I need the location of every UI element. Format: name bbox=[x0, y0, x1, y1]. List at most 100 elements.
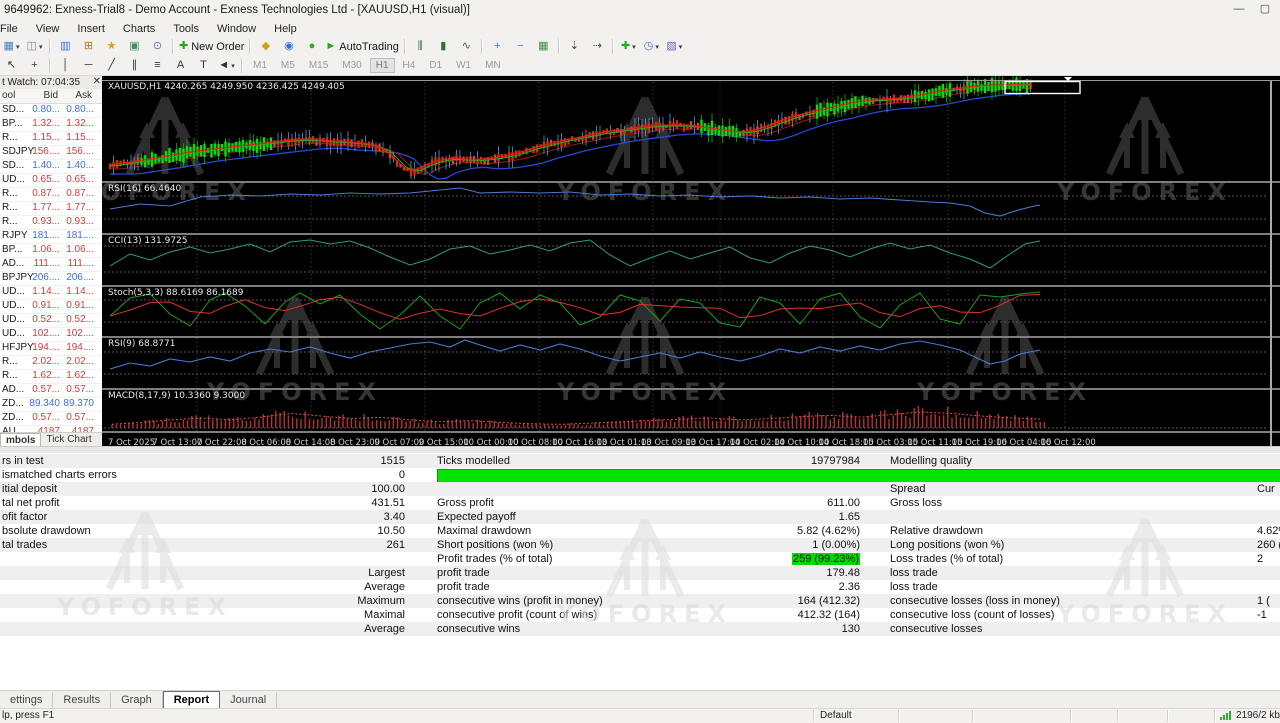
scripts-button[interactable]: ● bbox=[301, 37, 322, 56]
market-watch-toggle[interactable]: ▥ bbox=[55, 37, 76, 56]
timeframe-mn[interactable]: MN bbox=[479, 58, 507, 73]
timeframe-h4[interactable]: H4 bbox=[397, 58, 422, 73]
chart-window[interactable]: YOFOREXYOFOREXYOFOREXYOFOREXYOFOREXYOFOR… bbox=[76, 71, 1280, 451]
chart-shift-toggle[interactable]: ⇢ bbox=[587, 37, 608, 56]
timeframe-w1[interactable]: W1 bbox=[450, 58, 477, 73]
market-watch-row[interactable]: ZD... 89.340 89.370 bbox=[0, 397, 102, 412]
timeframe-m15[interactable]: M15 bbox=[303, 58, 334, 73]
market-watch-row[interactable]: BPJPY 206.... 206.... bbox=[0, 271, 102, 286]
market-watch-row[interactable]: SDJPY 156.... 156.... bbox=[0, 145, 102, 160]
timeframe-m30[interactable]: M30 bbox=[336, 58, 367, 73]
menu-view[interactable]: View bbox=[27, 23, 69, 35]
market-watch-row[interactable]: SD... 0.80... 0.80... bbox=[0, 103, 102, 118]
market-watch-row[interactable]: UD... 0.91... 0.91... bbox=[0, 299, 102, 314]
crosshair-tool[interactable]: + bbox=[24, 56, 45, 75]
tester-tab-journal[interactable]: Journal bbox=[220, 692, 278, 709]
strategy-tester-toggle[interactable]: ⊙ bbox=[147, 37, 168, 56]
new-order-button[interactable]: ✚ New Order bbox=[178, 37, 245, 56]
expert-advisors-button[interactable]: ◉ bbox=[278, 37, 299, 56]
tester-tab-results[interactable]: Results bbox=[53, 692, 112, 709]
time-axis-label[interactable]: 8 Oct 23:00 bbox=[330, 438, 380, 448]
periods-dropdown[interactable]: ◷ ▾ bbox=[641, 37, 662, 56]
tile-windows-button[interactable]: ▦ bbox=[533, 37, 554, 56]
market-watch-row[interactable]: R... 1.15... 1.15... bbox=[0, 131, 102, 146]
market-watch-row[interactable]: AU 4187 4187 bbox=[0, 425, 102, 432]
market-watch-tab-mbols[interactable]: mbols bbox=[0, 433, 42, 447]
line-chart-button[interactable]: ∿ bbox=[456, 37, 477, 56]
indicators-dropdown[interactable]: ✚ ▾ bbox=[618, 37, 639, 56]
maximize-button[interactable]: ▢ bbox=[1254, 3, 1276, 18]
timeframe-h1[interactable]: H1 bbox=[369, 58, 395, 73]
time-axis-label[interactable]: 16 Oct 12:00 bbox=[1040, 438, 1095, 448]
pane-separator[interactable] bbox=[102, 336, 1280, 338]
market-watch-tab-tick-chart[interactable]: Tick Chart bbox=[41, 433, 96, 447]
pane-separator[interactable] bbox=[102, 431, 1280, 433]
column-symbol[interactable]: ool bbox=[2, 90, 15, 101]
bar-chart-button[interactable]: ⫼ bbox=[410, 37, 431, 56]
close-icon[interactable]: ✕ bbox=[93, 76, 101, 88]
column-ask[interactable]: Ask bbox=[75, 90, 92, 101]
chart-canvas[interactable]: YOFOREXYOFOREXYOFOREXYOFOREXYOFOREXYOFOR… bbox=[76, 71, 1280, 451]
minimize-button[interactable]: — bbox=[1228, 3, 1250, 18]
zoom-in-button[interactable]: + bbox=[487, 37, 508, 56]
market-watch-row[interactable]: AD... 111.... 111.... bbox=[0, 257, 102, 272]
pane-separator[interactable] bbox=[102, 181, 1280, 183]
market-watch-row[interactable]: HFJPY 194.... 194.... bbox=[0, 341, 102, 356]
pane-separator[interactable] bbox=[102, 388, 1280, 390]
terminal-toggle[interactable]: ▣ bbox=[124, 37, 145, 56]
status-profile[interactable]: Default bbox=[820, 710, 852, 721]
market-watch-row[interactable]: BP... 1.06... 1.06... bbox=[0, 243, 102, 258]
market-watch-row[interactable]: R... 0.93... 0.93... bbox=[0, 215, 102, 230]
time-axis-label[interactable]: 9 Oct 07:00 bbox=[374, 438, 424, 448]
text-tool[interactable]: A bbox=[170, 56, 191, 75]
tester-tab-ettings[interactable]: ettings bbox=[0, 692, 54, 709]
new-chart-dropdown[interactable]: ▦ ▾ bbox=[1, 37, 22, 56]
profiles-dropdown[interactable]: ◫ ▾ bbox=[24, 37, 45, 56]
menu-charts[interactable]: Charts bbox=[114, 23, 164, 35]
navigator-toggle[interactable]: ★ bbox=[101, 37, 122, 56]
market-watch-row[interactable]: R... 1.77... 1.77... bbox=[0, 201, 102, 216]
vertical-line-tool[interactable]: │ bbox=[55, 56, 76, 75]
auto-scroll-toggle[interactable]: ⇣ bbox=[564, 37, 585, 56]
menu-help[interactable]: Help bbox=[265, 23, 306, 35]
time-axis-label[interactable]: 7 Oct 2025 bbox=[108, 438, 155, 448]
channel-tool[interactable]: ∥ bbox=[124, 56, 145, 75]
timeframe-m5[interactable]: M5 bbox=[275, 58, 301, 73]
menu-tools[interactable]: Tools bbox=[164, 23, 208, 35]
menu-window[interactable]: Window bbox=[208, 23, 265, 35]
market-watch-row[interactable]: R... 0.87... 0.87... bbox=[0, 187, 102, 202]
horizontal-line-tool[interactable]: ─ bbox=[78, 56, 99, 75]
trendline-tool[interactable]: ╱ bbox=[101, 56, 122, 75]
market-watch-row[interactable]: RJPY 181.... 181.... bbox=[0, 229, 102, 244]
pane-separator[interactable] bbox=[102, 233, 1280, 235]
timeframe-d1[interactable]: D1 bbox=[423, 58, 448, 73]
market-watch-row[interactable]: AD... 0.57... 0.57... bbox=[0, 383, 102, 398]
market-watch-row[interactable]: R... 1.62... 1.62... bbox=[0, 369, 102, 384]
market-watch-row[interactable]: BP... 1.32... 1.32... bbox=[0, 117, 102, 132]
cursor-tool[interactable]: ↖ bbox=[1, 56, 22, 75]
tester-tab-graph[interactable]: Graph bbox=[111, 692, 163, 709]
column-bid[interactable]: Bid bbox=[44, 90, 58, 101]
templates-dropdown[interactable]: ▧ ▾ bbox=[664, 37, 685, 56]
time-axis-label[interactable]: 7 Oct 22:00 bbox=[197, 438, 247, 448]
market-watch-row[interactable]: UD... 1.14... 1.14... bbox=[0, 285, 102, 300]
arrows-dropdown[interactable]: ◄ ▾ bbox=[216, 56, 237, 75]
menu-file[interactable]: File bbox=[0, 23, 27, 35]
time-axis-label[interactable]: 8 Oct 14:00 bbox=[286, 438, 336, 448]
label-tool[interactable]: T bbox=[193, 56, 214, 75]
menu-insert[interactable]: Insert bbox=[68, 23, 114, 35]
zoom-out-button[interactable]: − bbox=[510, 37, 531, 56]
market-watch-row[interactable]: UD... 102.... 102.... bbox=[0, 327, 102, 342]
candlestick-chart-button[interactable]: ▮ bbox=[433, 37, 454, 56]
pane-separator[interactable] bbox=[102, 285, 1280, 287]
market-watch-row[interactable]: SD... 1.40... 1.40... bbox=[0, 159, 102, 174]
fibonacci-tool[interactable]: ≡ bbox=[147, 56, 168, 75]
market-watch-row[interactable]: UD... 0.65... 0.65... bbox=[0, 173, 102, 188]
time-axis-label[interactable]: 8 Oct 06:00 bbox=[241, 438, 291, 448]
market-watch-row[interactable]: R... 2.02... 2.02... bbox=[0, 355, 102, 370]
time-axis-label[interactable]: 7 Oct 13:00 bbox=[152, 438, 202, 448]
market-watch-row[interactable]: ZD... 0.57... 0.57... bbox=[0, 411, 102, 426]
time-axis-label[interactable]: 9 Oct 15:00 bbox=[419, 438, 469, 448]
data-window-toggle[interactable]: ⊞ bbox=[78, 37, 99, 56]
market-watch-header[interactable]: t Watch: 07:04:35 ✕ bbox=[0, 76, 104, 90]
